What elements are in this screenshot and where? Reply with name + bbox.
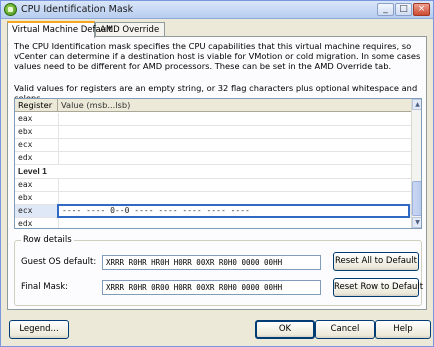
table-row-selected[interactable]: ecx ---- ---- 0--0 ---- ---- ---- ---- -… xyxy=(15,204,411,218)
register-name: ecx xyxy=(18,140,33,149)
register-name: eax xyxy=(18,114,33,123)
register-value[interactable] xyxy=(58,179,411,191)
table-row[interactable]: eax xyxy=(15,179,411,192)
register-value[interactable] xyxy=(58,192,411,204)
table-row[interactable]: edx xyxy=(15,218,411,228)
guest-os-default-label: Guest OS default: xyxy=(21,257,97,267)
window-title: CPU Identification Mask xyxy=(21,4,134,15)
final-mask-label: Final Mask: xyxy=(21,282,69,292)
table-row[interactable]: ecx xyxy=(15,139,411,152)
legend-button[interactable]: Legend... xyxy=(9,320,69,339)
register-value[interactable] xyxy=(58,152,411,164)
register-value[interactable] xyxy=(58,126,411,138)
register-name: eax xyxy=(18,180,33,189)
ok-button[interactable]: OK xyxy=(255,320,315,339)
grid-rows: eax ebx ecx edx Level 1 eax ebx ecx ----… xyxy=(15,113,411,228)
register-value[interactable] xyxy=(58,218,411,228)
table-row[interactable]: ebx xyxy=(15,126,411,139)
grid-header: Register Value (msb...lsb) xyxy=(15,99,411,112)
final-mask-field: XRRR R0HR 0R00 H0RR 00XR R0H0 0000 00HH xyxy=(102,280,321,295)
column-header-register[interactable]: Register xyxy=(18,100,52,110)
group-label: Level 1 xyxy=(18,166,47,176)
scroll-up-arrow-icon[interactable]: ▲ xyxy=(412,99,421,110)
register-name: ebx xyxy=(18,193,33,202)
scroll-thumb[interactable] xyxy=(412,181,421,216)
grid-scrollbar[interactable]: ▲ ▼ xyxy=(411,99,421,228)
reset-all-button[interactable]: Reset All to Default xyxy=(333,252,419,271)
help-button[interactable]: Help xyxy=(375,320,431,339)
register-grid: Register Value (msb...lsb) eax ebx ecx e… xyxy=(14,98,422,229)
column-divider[interactable] xyxy=(57,99,58,112)
register-name: edx xyxy=(18,153,33,162)
minimize-button[interactable]: _ xyxy=(377,3,394,16)
tab-panel: The CPU Identification mask specifies th… xyxy=(7,36,427,310)
row-details-legend: Row details xyxy=(21,235,74,245)
tab-virtual-machine-default[interactable]: Virtual Machine Default xyxy=(7,21,112,38)
guest-os-default-field: XRRR R0HR HR0H H0RR 00XR R0H0 0000 00HH xyxy=(102,255,321,270)
cancel-button[interactable]: Cancel xyxy=(315,320,375,339)
table-row[interactable]: eax xyxy=(15,113,411,126)
register-value[interactable] xyxy=(58,113,411,125)
register-name: edx xyxy=(18,219,33,228)
register-name: ebx xyxy=(18,127,33,136)
column-header-value[interactable]: Value (msb...lsb) xyxy=(61,100,130,110)
register-value[interactable] xyxy=(58,139,411,151)
row-details-group: Row details Guest OS default: XRRR R0HR … xyxy=(14,235,423,306)
close-button[interactable]: × xyxy=(413,3,430,16)
reset-row-button[interactable]: Reset Row to Default xyxy=(333,278,423,297)
group-row-level-1: Level 1 xyxy=(15,165,411,179)
description-text: The CPU Identification mask specifies th… xyxy=(14,41,421,71)
table-row[interactable]: edx xyxy=(15,152,411,165)
vm-app-icon xyxy=(4,3,17,16)
register-name: ecx xyxy=(18,206,33,215)
scroll-down-arrow-icon[interactable]: ▼ xyxy=(412,217,421,228)
maximize-button[interactable]: □ xyxy=(395,3,412,16)
cpu-id-mask-dialog: CPU Identification Mask _ □ × Virtual Ma… xyxy=(0,0,434,347)
register-value-editor[interactable]: ---- ---- 0--0 ---- ---- ---- ---- ---- xyxy=(57,204,410,218)
dialog-footer: Legend... OK Cancel Help xyxy=(1,311,433,346)
title-bar[interactable]: CPU Identification Mask _ □ × xyxy=(1,1,433,19)
